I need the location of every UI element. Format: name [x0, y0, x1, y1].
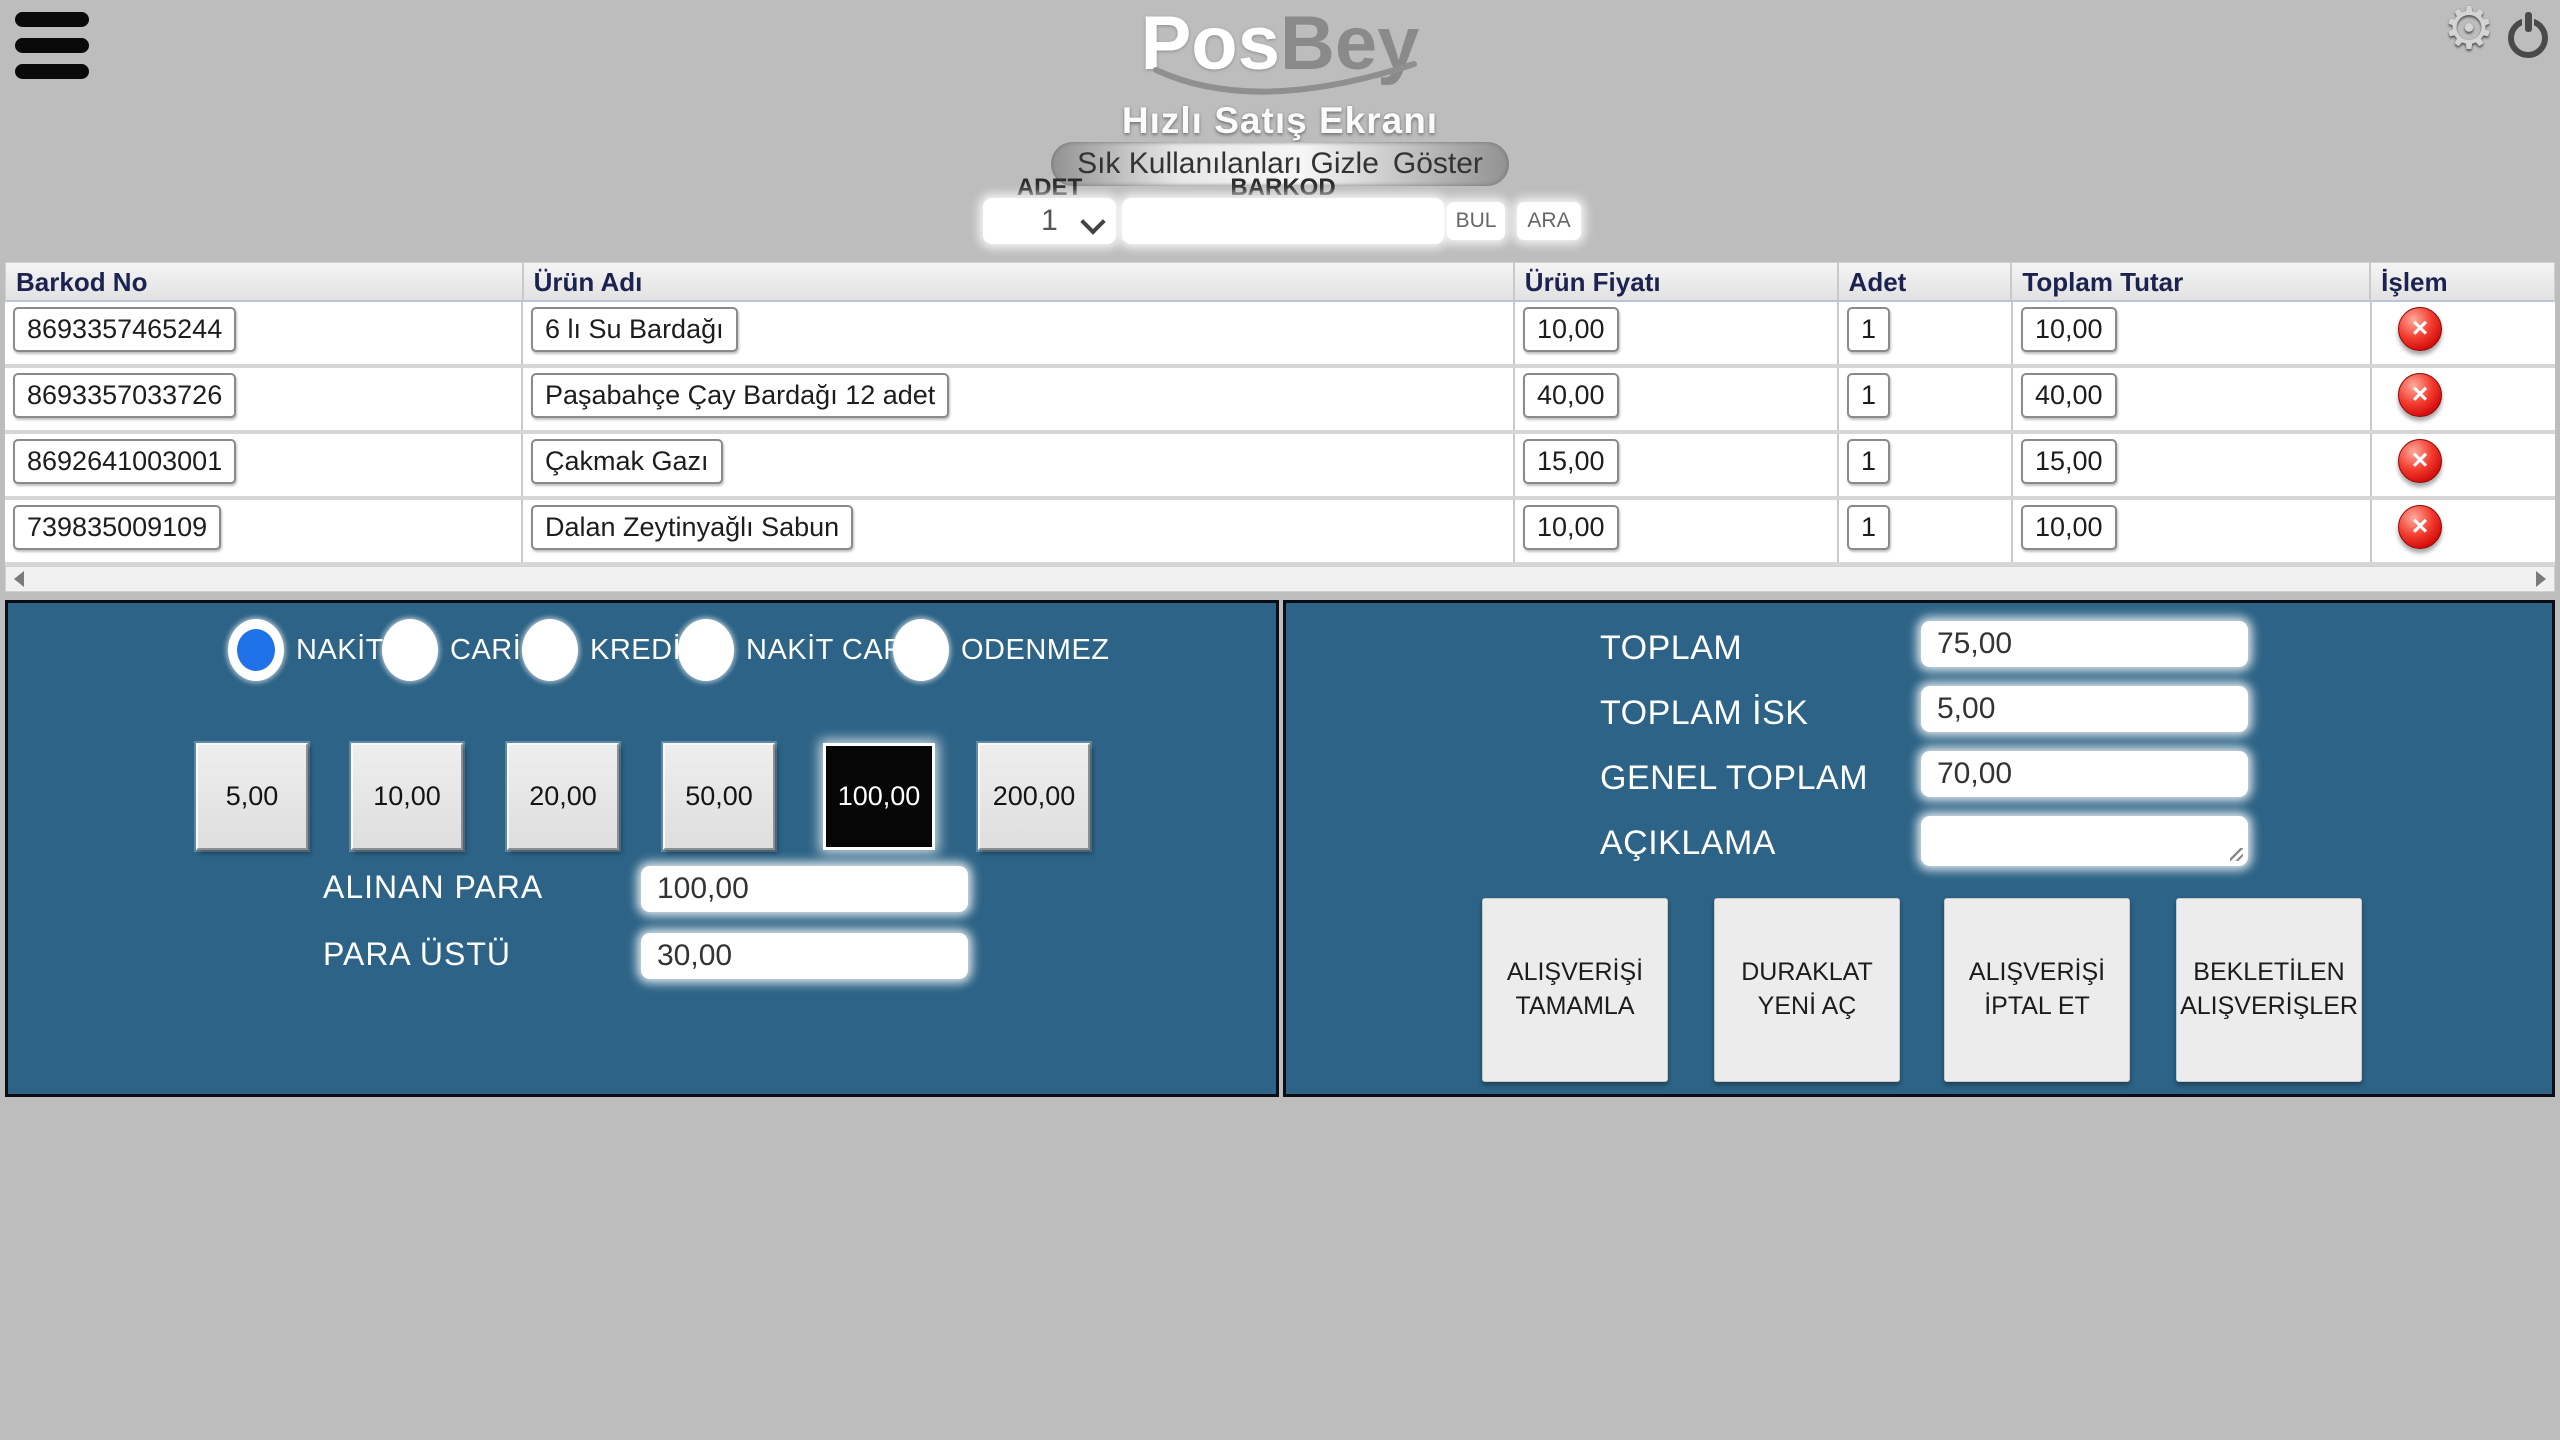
- payment-option-label: CARİ: [450, 634, 521, 667]
- table-row: 8693357033726 Paşabahçe Çay Bardağı 12 a…: [5, 368, 2555, 434]
- table-horizontal-scrollbar[interactable]: [5, 566, 2555, 592]
- radio-icon: [678, 619, 734, 681]
- cancel-sale-button[interactable]: ALIŞVERİŞİ İPTAL ET: [1944, 898, 2130, 1082]
- denomination-button-50[interactable]: 50,00: [663, 743, 775, 850]
- payment-option-label: KREDİ: [590, 634, 681, 667]
- aciklama-field-wrap: [1921, 816, 2248, 866]
- column-header-islem: İşlem: [2371, 263, 2554, 300]
- denomination-button-10[interactable]: 10,00: [351, 743, 463, 850]
- toplam-isk-input[interactable]: [1921, 686, 2248, 732]
- complete-sale-button[interactable]: ALIŞVERİŞİ TAMAMLA: [1482, 898, 1668, 1082]
- logo-swoosh: [1150, 58, 1420, 104]
- denomination-button-100[interactable]: 100,00: [823, 743, 935, 850]
- radio-icon: [893, 619, 949, 681]
- para-ustu-label: PARA ÜSTÜ: [323, 936, 511, 973]
- column-header-urun-adi: Ürün Adı: [524, 263, 1515, 300]
- genel-toplam-label: GENEL TOPLAM: [1600, 759, 1868, 798]
- payment-option-label: NAKİT CARİ: [746, 634, 913, 667]
- column-header-urun-fiyati: Ürün Fiyatı: [1515, 263, 1839, 300]
- power-icon[interactable]: [2508, 14, 2548, 54]
- denomination-button-200[interactable]: 200,00: [978, 743, 1090, 850]
- alinan-para-input[interactable]: [641, 866, 968, 912]
- line-total-field[interactable]: 10,00: [2021, 307, 2117, 352]
- table-row: 8693357465244 6 lı Su Bardağı 10,00 1 10…: [5, 302, 2555, 368]
- line-total-field[interactable]: 40,00: [2021, 373, 2117, 418]
- delete-row-icon[interactable]: ×: [2398, 439, 2442, 483]
- barcode-field[interactable]: 739835009109: [13, 505, 221, 550]
- scroll-right-icon[interactable]: [2536, 571, 2546, 587]
- column-header-toplam-tutar: Toplam Tutar: [2012, 263, 2371, 300]
- payment-option-nakit-cari[interactable]: NAKİT CARİ: [678, 619, 913, 681]
- aciklama-label: AÇIKLAMA: [1600, 824, 1776, 863]
- toplam-isk-label: TOPLAM İSK: [1600, 694, 1808, 733]
- price-field[interactable]: 10,00: [1523, 307, 1619, 352]
- line-total-field[interactable]: 10,00: [2021, 505, 2117, 550]
- page-title: Hızlı Satış Ekranı: [0, 100, 2560, 142]
- denomination-button-5[interactable]: 5,00: [196, 743, 308, 850]
- price-field[interactable]: 10,00: [1523, 505, 1619, 550]
- aciklama-textarea[interactable]: [1921, 816, 2248, 866]
- scroll-left-icon[interactable]: [14, 571, 24, 587]
- payment-panel: NAKİT CARİ KREDİ NAKİT CARİ ODENMEZ 5,00…: [5, 600, 1279, 1097]
- column-header-barkod-no: Barkod No: [6, 263, 524, 300]
- ara-button[interactable]: ARA: [1517, 202, 1581, 240]
- qty-field[interactable]: 1: [1847, 505, 1890, 550]
- delete-row-icon[interactable]: ×: [2398, 373, 2442, 417]
- column-header-adet: Adet: [1839, 263, 2013, 300]
- product-name-field[interactable]: Paşabahçe Çay Bardağı 12 adet: [531, 373, 949, 418]
- resize-handle-icon[interactable]: [2230, 848, 2243, 861]
- product-name-field[interactable]: Çakmak Gazı: [531, 439, 723, 484]
- quantity-select[interactable]: 1: [983, 198, 1116, 244]
- products-table: Barkod No Ürün Adı Ürün Fiyatı Adet Topl…: [5, 262, 2555, 592]
- radio-icon: [522, 619, 578, 681]
- alinan-para-label: ALINAN PARA: [323, 869, 543, 906]
- table-header-row: Barkod No Ürün Adı Ürün Fiyatı Adet Topl…: [5, 262, 2555, 302]
- toplam-label: TOPLAM: [1600, 629, 1742, 668]
- payment-option-label: NAKİT: [296, 634, 384, 667]
- barcode-field[interactable]: 8693357465244: [13, 307, 236, 352]
- qty-field[interactable]: 1: [1847, 373, 1890, 418]
- qty-field[interactable]: 1: [1847, 307, 1890, 352]
- quick-sale-screen: PosBey Hızlı Satış Ekranı Sık Kullanılan…: [0, 0, 2560, 1440]
- payment-option-label: ODENMEZ: [961, 634, 1110, 667]
- payment-option-nakit[interactable]: NAKİT: [228, 619, 384, 681]
- price-field[interactable]: 40,00: [1523, 373, 1619, 418]
- genel-toplam-input[interactable]: [1921, 751, 2248, 797]
- radio-icon: [382, 619, 438, 681]
- barcode-field[interactable]: 8692641003001: [13, 439, 236, 484]
- radio-icon: [228, 619, 284, 681]
- bul-button[interactable]: BUL: [1447, 202, 1505, 240]
- barcode-field[interactable]: 8693357033726: [13, 373, 236, 418]
- power-stem: [2525, 12, 2532, 32]
- para-ustu-input[interactable]: [641, 933, 968, 979]
- table-row: 8692641003001 Çakmak Gazı 15,00 1 15,00 …: [5, 434, 2555, 500]
- product-name-field[interactable]: 6 lı Su Bardağı: [531, 307, 738, 352]
- delete-row-icon[interactable]: ×: [2398, 505, 2442, 549]
- price-field[interactable]: 15,00: [1523, 439, 1619, 484]
- product-name-field[interactable]: Dalan Zeytinyağlı Sabun: [531, 505, 853, 550]
- denomination-button-20[interactable]: 20,00: [507, 743, 619, 850]
- qty-field[interactable]: 1: [1847, 439, 1890, 484]
- settings-gear-icon[interactable]: ⚙: [2443, 0, 2495, 62]
- payment-option-cari[interactable]: CARİ: [382, 619, 521, 681]
- pause-open-new-button[interactable]: DURAKLAT YENİ AÇ: [1714, 898, 1900, 1082]
- toplam-input[interactable]: [1921, 621, 2248, 667]
- payment-option-odenmez[interactable]: ODENMEZ: [893, 619, 1110, 681]
- delete-row-icon[interactable]: ×: [2398, 307, 2442, 351]
- totals-panel: TOPLAM TOPLAM İSK GENEL TOPLAM AÇIKLAMA …: [1283, 600, 2555, 1097]
- barcode-input[interactable]: [1122, 198, 1444, 244]
- line-total-field[interactable]: 15,00: [2021, 439, 2117, 484]
- payment-option-kredi[interactable]: KREDİ: [522, 619, 681, 681]
- table-row: 739835009109 Dalan Zeytinyağlı Sabun 10,…: [5, 500, 2555, 566]
- held-sales-button[interactable]: BEKLETİLEN ALIŞVERİŞLER: [2176, 898, 2362, 1082]
